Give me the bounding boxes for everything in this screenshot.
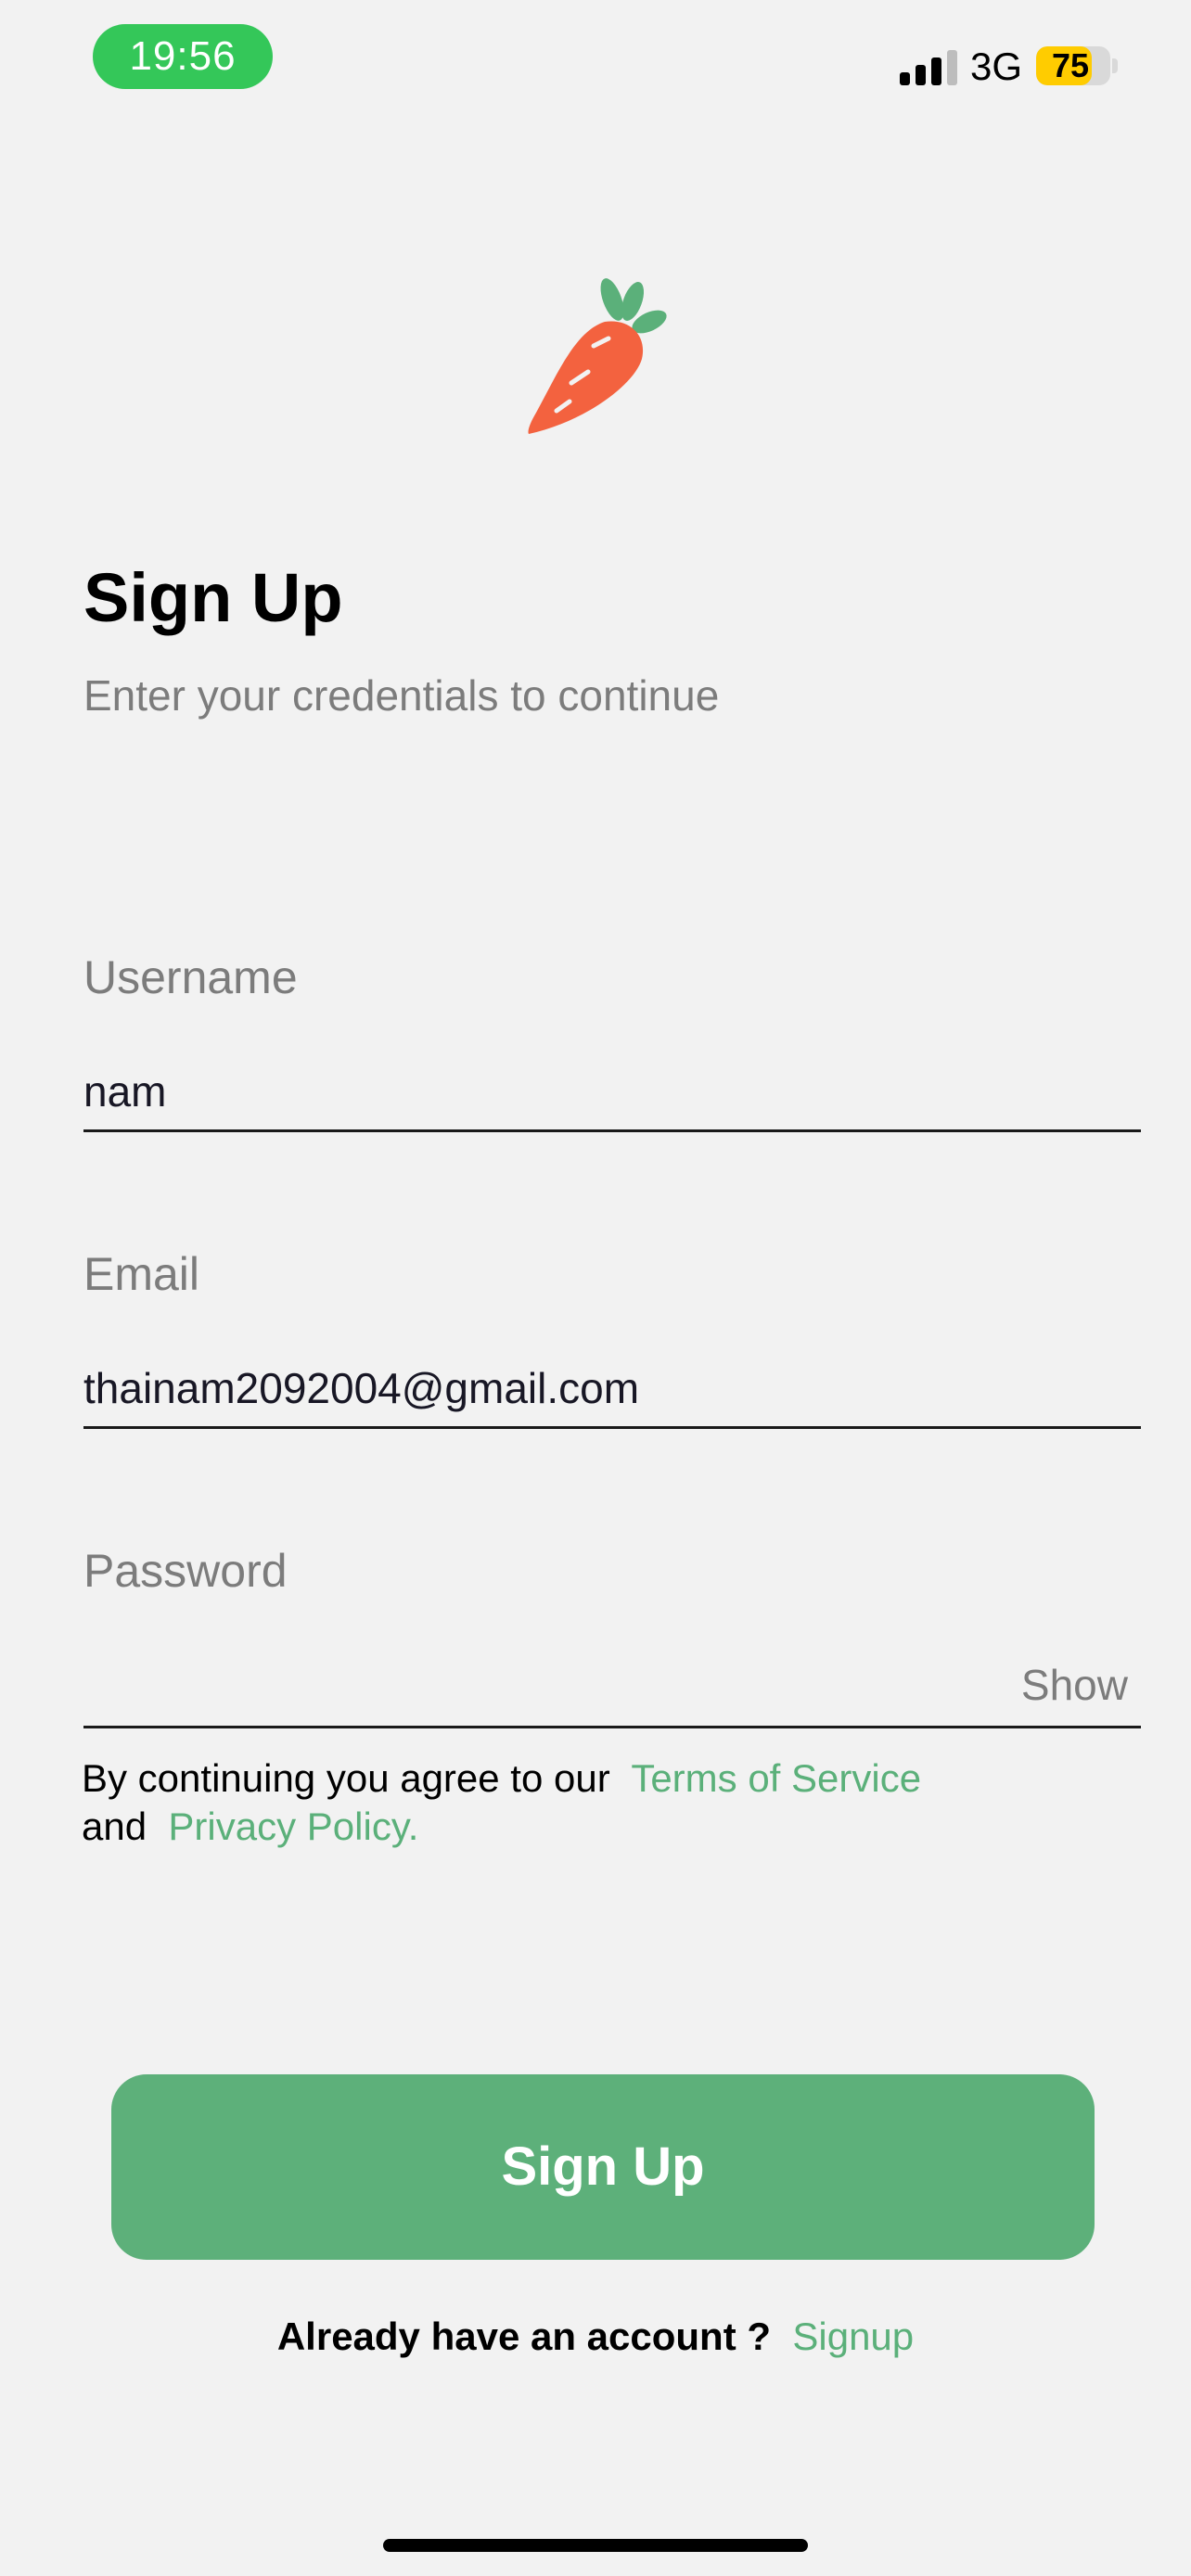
home-indicator[interactable] — [383, 2539, 808, 2552]
signin-prompt: Already have an account ? Signup — [0, 2315, 1191, 2359]
page-subtitle: Enter your credentials to continue — [83, 671, 720, 720]
username-label: Username — [83, 951, 298, 1003]
battery-percent: 75 — [1051, 46, 1090, 84]
email-underline — [83, 1426, 1141, 1429]
signin-prompt-text: Already have an account ? — [276, 2315, 772, 2358]
terms-prefix: By continuing you agree to our — [82, 1756, 610, 1800]
password-field[interactable] — [83, 1660, 918, 1712]
signal-icon — [900, 46, 957, 85]
battery-icon: 75 — [1036, 46, 1110, 85]
terms-text: By continuing you agree to our Terms of … — [82, 1754, 921, 1851]
carrot-icon — [528, 278, 667, 434]
terms-and: and — [82, 1804, 147, 1848]
battery-cap — [1112, 58, 1118, 73]
signup-link[interactable]: Signup — [792, 2315, 914, 2358]
sign-up-button[interactable]: Sign Up — [111, 2074, 1095, 2260]
status-time: 19:56 — [93, 24, 273, 89]
password-label: Password — [83, 1545, 288, 1597]
email-label: Email — [83, 1248, 200, 1300]
privacy-policy-link[interactable]: Privacy Policy. — [168, 1804, 418, 1848]
show-password-toggle[interactable]: Show — [1021, 1660, 1128, 1710]
username-underline — [83, 1129, 1141, 1132]
password-underline — [83, 1726, 1141, 1728]
terms-of-service-link[interactable]: Terms of Service — [631, 1756, 921, 1800]
network-type: 3G — [970, 45, 1023, 88]
email-field[interactable]: thainam2092004@gmail.com — [83, 1363, 639, 1413]
page-title: Sign Up — [83, 559, 343, 636]
username-field[interactable]: nam — [83, 1066, 166, 1116]
